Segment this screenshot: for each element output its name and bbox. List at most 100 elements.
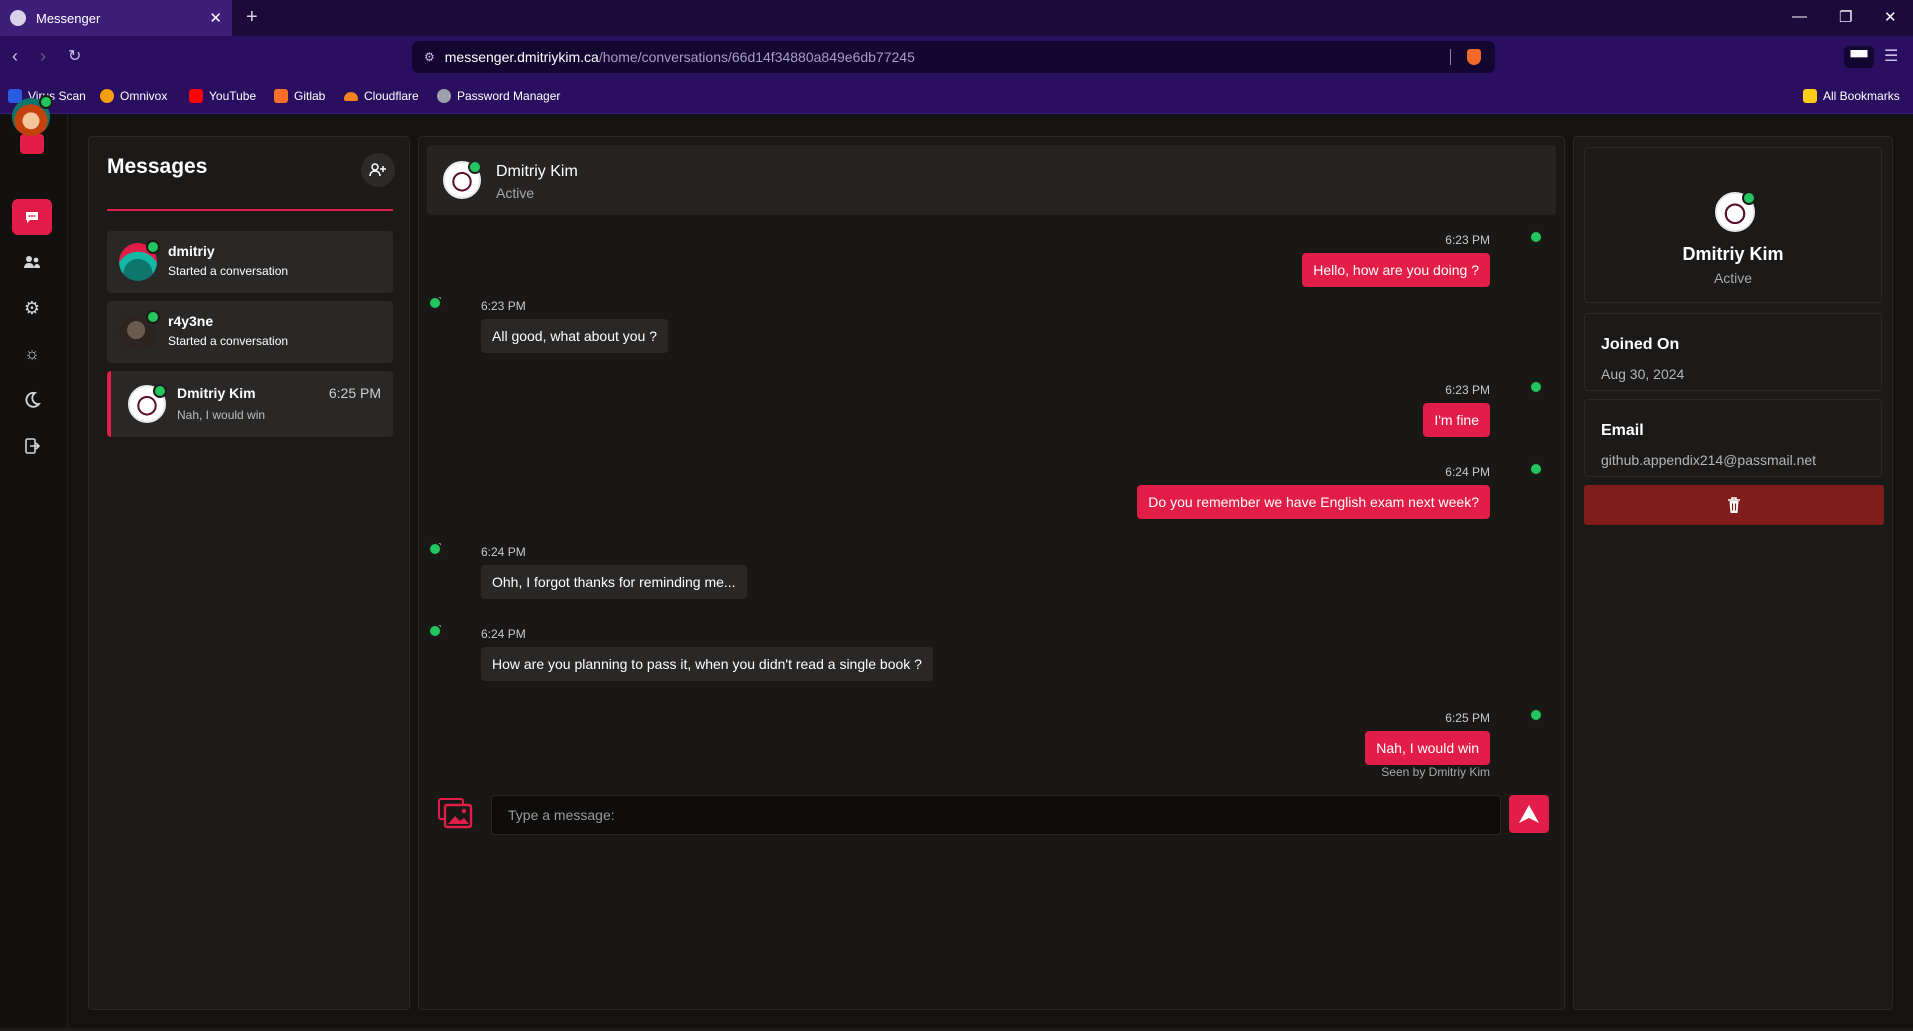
bookmark-gitlab[interactable]: Gitlab [274,89,325,103]
app-logo-icon [20,134,44,154]
online-indicator [1529,380,1543,394]
light-theme-button[interactable]: ☼ [12,336,52,372]
bookmarks-bar: Virus Scan Omnivox YouTube Gitlab Cloudf… [0,80,1913,114]
profile-name: Dmitriy Kim [1682,244,1784,264]
sender-avatar [428,624,442,638]
minimize-icon[interactable]: — [1792,8,1807,25]
address-bar[interactable]: ⚙ messenger.dmitriykim.ca/home/conversat… [412,41,1495,73]
bookmark-password-manager[interactable]: Password Manager [437,89,560,103]
messages-panel: Messages dmitriy Started a conversation … [88,136,410,1010]
email-value: github.appendix214@passmail.net [1601,452,1817,468]
site-info-icon[interactable]: ⚙ [424,50,435,64]
reload-icon[interactable]: ↻ [68,46,81,66]
url-separator [1450,49,1451,65]
joined-card: Joined On Aug 30, 2024 [1584,313,1882,391]
profile-panel: Dmitriy Kim Active Joined On Aug 30, 202… [1573,136,1893,1010]
online-indicator [428,542,442,556]
profile-card: Dmitriy Kim Active [1584,147,1882,303]
all-bookmarks[interactable]: All Bookmarks [1803,89,1900,103]
dark-theme-button[interactable] [12,382,52,418]
gear-icon: ⚙ [23,297,41,318]
brave-shields-icon[interactable] [1467,49,1481,65]
new-tab-icon[interactable]: + [246,6,258,29]
joined-label: Joined On [1601,336,1680,353]
message-item: 6:24 PM How are you planning to pass it,… [481,627,933,681]
chat-panel: Dmitriy Kim Active 6:23 PM Hello, how ar… [418,136,1565,1010]
profile-status: Active [1713,270,1753,286]
online-indicator [39,95,53,109]
trash-icon [1728,497,1740,513]
contact-status: Active [496,185,535,201]
conversation-item-r4y3ne[interactable]: r4y3ne Started a conversation [107,301,393,363]
close-tab-icon[interactable]: ✕ [209,9,222,27]
message-bubble: Hello, how are you doing ? [1302,253,1490,287]
bookmark-omnivox[interactable]: Omnivox [100,89,167,103]
conversation-name: dmitriy [168,243,215,259]
message-time: 6:24 PM [481,545,526,559]
menu-icon[interactable]: ☰ [1884,46,1898,66]
bookmark-youtube[interactable]: YouTube [189,89,256,103]
add-friend-button[interactable] [361,153,395,187]
online-indicator [1529,708,1543,722]
logout-icon [25,438,40,454]
chat-nav-button[interactable] [12,199,52,235]
add-user-icon [369,163,386,177]
message-item: 6:24 PM Do you remember we have English … [1137,465,1490,519]
avatar [119,310,160,351]
online-indicator [146,310,160,324]
message-bubble: Nah, I would win [1365,731,1490,765]
message-time: 6:23 PM [481,299,526,313]
messages-title: Messages [107,155,208,178]
message-time: 6:24 PM [1445,465,1490,479]
contact-avatar [443,160,482,199]
online-indicator [146,240,160,254]
online-indicator [1529,230,1543,244]
online-indicator [153,384,167,398]
nav-rail: ⚙ ☼ [0,95,68,1031]
message-item: 6:23 PM I'm fine [1423,383,1490,437]
send-icon [1519,805,1539,823]
settings-nav-button[interactable]: ⚙ [12,290,52,326]
message-bubble: Do you remember we have English exam nex… [1137,485,1490,519]
youtube-icon [189,89,203,103]
url-host: messenger.dmitriykim.ca [444,49,599,65]
messenger-favicon-icon [10,10,26,26]
email-card: Email github.appendix214@passmail.net [1584,399,1882,477]
message-bubble: I'm fine [1423,403,1490,437]
forward-icon[interactable]: › [40,46,46,67]
chat-header: Dmitriy Kim Active [427,145,1556,215]
cloudflare-icon [344,91,358,101]
sun-icon: ☼ [24,344,40,363]
close-window-icon[interactable]: ✕ [1884,8,1897,26]
online-indicator [428,624,442,638]
delete-conversation-button[interactable] [1584,485,1884,525]
logout-button[interactable] [12,428,52,464]
back-icon[interactable]: ‹ [12,46,18,67]
message-time: 6:24 PM [481,627,526,641]
bookmark-cloudflare[interactable]: Cloudflare [344,89,419,103]
message-item: 6:23 PM All good, what about you ? [481,299,669,353]
send-button[interactable] [1509,795,1549,833]
friends-nav-button[interactable] [12,244,52,280]
gitlab-icon [274,89,288,103]
online-indicator [428,296,442,310]
message-bubble: All good, what about you ? [481,319,669,353]
current-user-avatar[interactable] [12,95,53,136]
sender-avatar [428,542,442,556]
extension-icon[interactable]: ▀▀ [1844,46,1874,68]
conversation-item-dmitriy-kim[interactable]: Dmitriy Kim Nah, I would win 6:25 PM [107,371,393,437]
conversation-preview: Nah, I would win [177,408,266,422]
joined-value: Aug 30, 2024 [1601,366,1685,382]
conversation-time: 6:25 PM [328,385,381,401]
restore-icon[interactable]: ❐ [1839,8,1852,26]
profile-avatar [1715,191,1756,232]
message-input[interactable] [491,795,1501,835]
avatar [119,240,160,281]
conversation-preview: Started a conversation [168,264,289,278]
messenger-app: ⚙ ☼ Messages dmitriy Started a conversat… [0,95,1913,1031]
conversation-item-dmitriy[interactable]: dmitriy Started a conversation [107,231,393,293]
browser-tab[interactable]: Messenger ✕ [0,0,232,36]
message-time: 6:23 PM [1445,233,1490,247]
online-indicator [1529,462,1543,476]
attach-image-button[interactable] [437,797,473,829]
